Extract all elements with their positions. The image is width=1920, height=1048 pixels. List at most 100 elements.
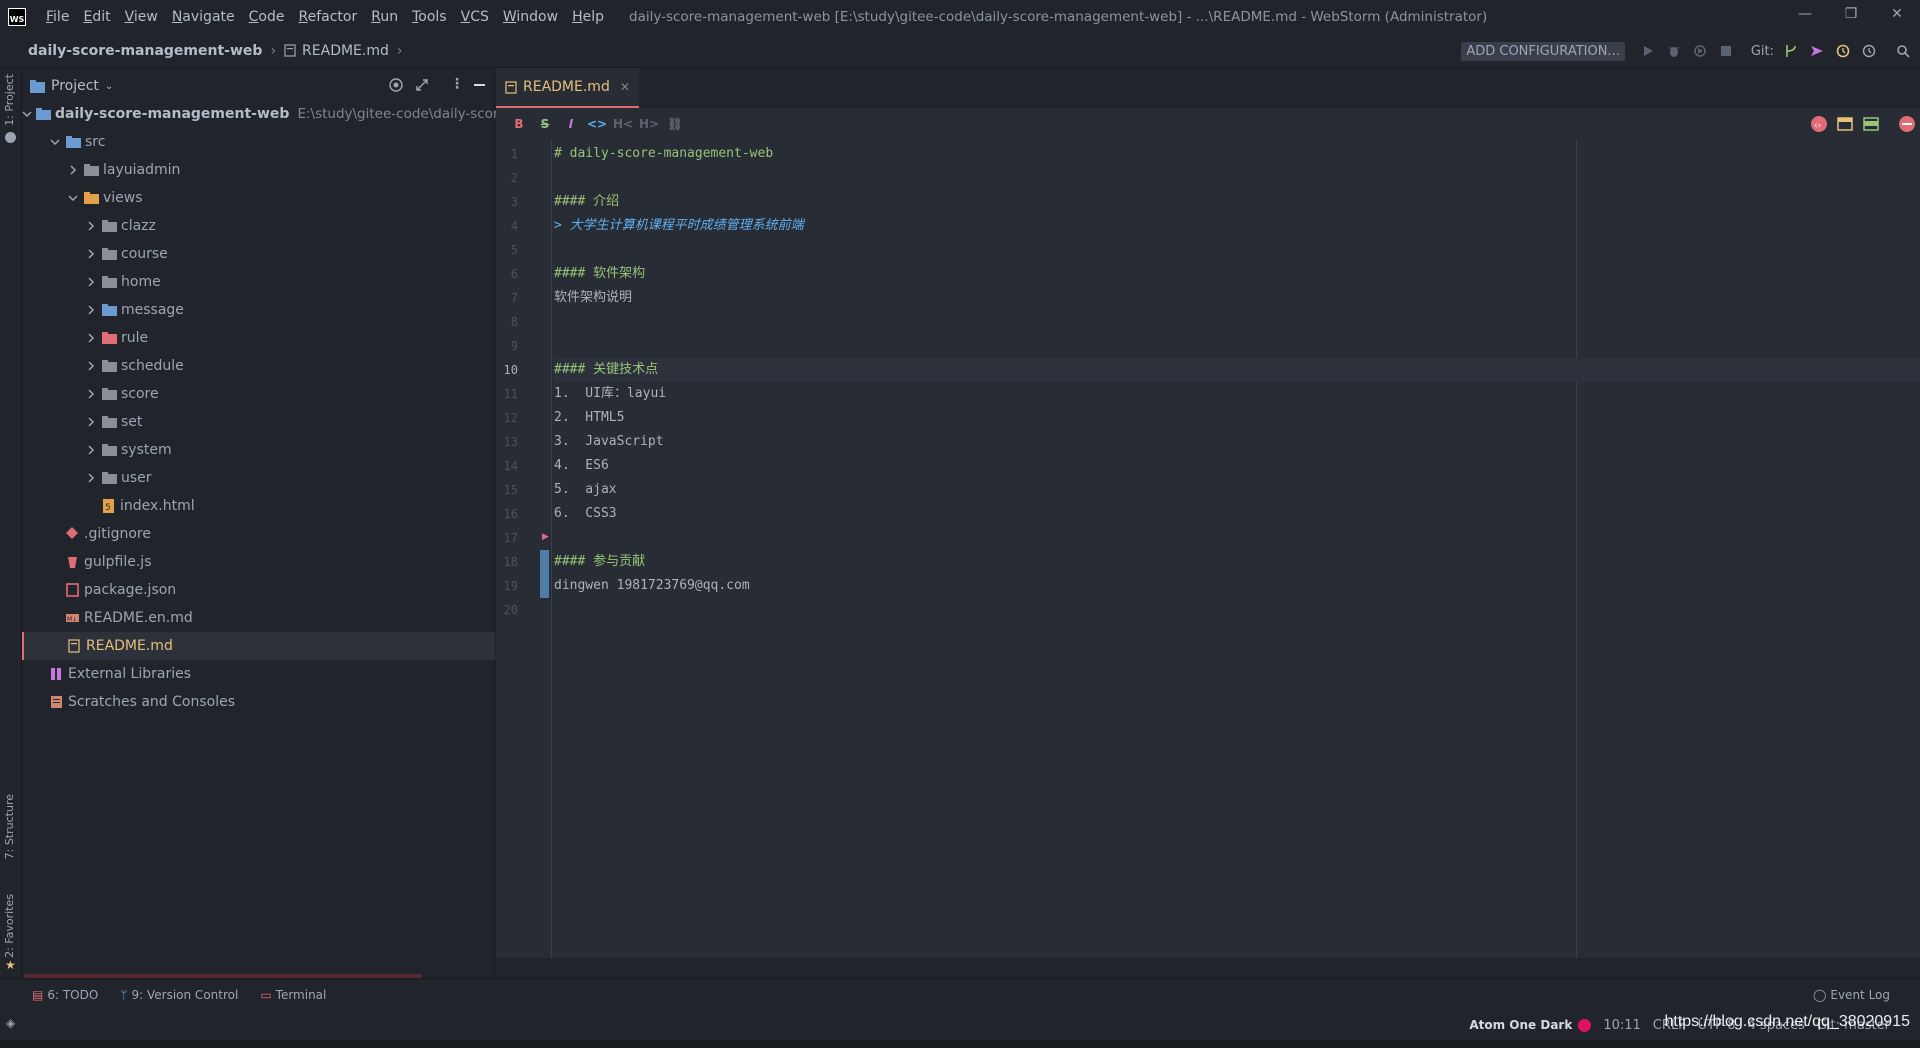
event-log-tool-tab[interactable]: ◯ Event Log (1813, 988, 1890, 1002)
theme-name[interactable]: Atom One Dark (1469, 1018, 1572, 1032)
options-icon[interactable]: ⋮ (450, 76, 464, 92)
split-view-icon[interactable] (1834, 113, 1856, 135)
git-push-icon[interactable] (1806, 40, 1828, 62)
git-branch-icon[interactable] (1780, 40, 1802, 62)
tree-item-layuiadmin[interactable]: layuiadmin (22, 156, 495, 184)
add-configuration-button[interactable]: ADD CONFIGURATION... (1461, 41, 1625, 61)
chevron-right-icon[interactable] (84, 471, 98, 485)
tree-item-gitignore[interactable]: .gitignore (22, 520, 495, 548)
menu-code[interactable]: Code (242, 9, 292, 25)
header-increase-button[interactable]: H> (636, 117, 662, 131)
line-number: 11 (503, 387, 518, 401)
chevron-right-icon[interactable] (84, 247, 98, 261)
chevron-down-icon[interactable] (22, 107, 32, 121)
favorites-tool-tab[interactable]: 2: Favorites (3, 894, 16, 958)
layers-icon[interactable]: ◈ (6, 1016, 15, 1030)
tree-item-user[interactable]: user (22, 464, 495, 492)
stop-icon[interactable] (1715, 40, 1737, 62)
project-view-selector[interactable]: Project ⌄ (30, 78, 113, 94)
chevron-right-icon[interactable] (84, 387, 98, 401)
menu-tools[interactable]: Tools (405, 9, 454, 25)
tree-item-set[interactable]: set (22, 408, 495, 436)
tree-item-schedule[interactable]: schedule (22, 352, 495, 380)
header-decrease-button[interactable]: H< (610, 117, 636, 131)
menu-navigate[interactable]: Navigate (165, 9, 242, 25)
chevron-right-icon[interactable] (84, 443, 98, 457)
menu-vcs[interactable]: VCS (454, 9, 496, 25)
terminal-tool-tab[interactable]: ▭ Terminal (260, 988, 326, 1002)
minimize-icon[interactable]: — (1782, 0, 1828, 28)
restore-icon[interactable]: ❐ (1828, 0, 1874, 28)
collapse-all-icon[interactable] (414, 77, 430, 93)
menu-file[interactable]: File (39, 9, 76, 25)
project-panel: Project ⌄ ⋮ daily-score-management-web E:… (22, 68, 541, 978)
version-control-tool-tab[interactable]: ᛘ 9: Version Control (120, 988, 238, 1002)
taskbar-strip (0, 1040, 1920, 1048)
menu-refactor[interactable]: Refactor (291, 9, 364, 25)
code-button[interactable]: <> (584, 117, 610, 131)
breadcrumb-file[interactable]: README.md (284, 43, 389, 59)
tree-item-src[interactable]: src (22, 128, 495, 156)
chevron-right-icon[interactable] (66, 163, 80, 177)
search-icon[interactable] (1892, 40, 1914, 62)
run-icon[interactable] (1637, 40, 1659, 62)
bold-button[interactable]: B (506, 117, 532, 131)
strikethrough-button[interactable]: S (532, 117, 558, 131)
code-area[interactable]: # daily-score-management-web #### 介绍 > 大学生… (554, 140, 1920, 958)
folder-icon (102, 220, 117, 232)
tree-item-index-html[interactable]: 5 index.html (22, 492, 495, 520)
tree-item-external-libraries[interactable]: External Libraries (22, 660, 495, 688)
chevron-down-icon[interactable] (66, 191, 80, 205)
history-icon[interactable] (1832, 40, 1854, 62)
chevron-right-icon[interactable] (84, 415, 98, 429)
preview-only-icon[interactable] (1860, 113, 1882, 135)
tree-item-readme-en-md[interactable]: M↓ README.en.md (22, 604, 495, 632)
tree-item-package-json[interactable]: package.json (22, 576, 495, 604)
chevron-right-icon[interactable] (84, 219, 98, 233)
chevron-right-icon: › (396, 42, 403, 59)
chevron-right-icon[interactable] (84, 331, 98, 345)
menu-edit[interactable]: Edit (76, 9, 117, 25)
tree-item-readme-md[interactable]: README.md (22, 632, 495, 660)
project-tool-tab[interactable]: 1: Project (3, 74, 16, 126)
debug-icon[interactable] (1663, 40, 1685, 62)
close-tab-icon[interactable]: ✕ (620, 80, 630, 94)
chevron-right-icon[interactable] (84, 359, 98, 373)
link-icon[interactable]: ⛓ (662, 117, 688, 131)
tree-item-scratches-and-consoles[interactable]: Scratches and Consoles (22, 688, 495, 716)
chevron-down-icon[interactable] (48, 135, 62, 149)
vcs-change-marker[interactable] (540, 550, 549, 598)
chevron-right-icon[interactable] (84, 303, 98, 317)
tree-item-score[interactable]: score (22, 380, 495, 408)
line-number: 19 (503, 579, 518, 593)
breadcrumb-project[interactable]: daily-score-management-web (28, 43, 262, 59)
rollback-icon[interactable] (1858, 40, 1880, 62)
preview-settings-icon[interactable] (1896, 113, 1918, 135)
tree-item-clazz[interactable]: clazz (22, 212, 495, 240)
caret-position[interactable]: 10:11 (1603, 1018, 1640, 1033)
menu-help[interactable]: Help (565, 9, 611, 25)
menu-window[interactable]: Window (496, 9, 565, 25)
tree-item-course[interactable]: course (22, 240, 495, 268)
tree-item-home[interactable]: home (22, 268, 495, 296)
commit-icon[interactable] (5, 132, 16, 143)
menu-run[interactable]: Run (364, 9, 405, 25)
editor-only-icon[interactable]: ‹› (1808, 113, 1830, 135)
tree-item-message[interactable]: message (22, 296, 495, 324)
close-icon[interactable]: ✕ (1874, 0, 1920, 28)
coverage-icon[interactable] (1689, 40, 1711, 62)
hide-panel-icon[interactable] (474, 84, 485, 86)
italic-button[interactable]: I (558, 117, 584, 131)
structure-tool-tab[interactable]: 7: Structure (3, 794, 16, 859)
locate-icon[interactable] (388, 77, 404, 93)
tree-item-rule[interactable]: rule (22, 324, 495, 352)
tree-item-views[interactable]: views (22, 184, 495, 212)
tab-readme[interactable]: README.md ✕ (496, 68, 639, 108)
tree-item-gulpfile-js[interactable]: gulpfile.js (22, 548, 495, 576)
tree-item-system[interactable]: system (22, 436, 495, 464)
chevron-right-icon[interactable] (84, 275, 98, 289)
fold-marker-icon[interactable]: ▶ (542, 532, 549, 542)
menu-view[interactable]: View (118, 9, 165, 25)
todo-tool-tab[interactable]: ▤ 6: TODO (32, 988, 98, 1002)
tree-root-project[interactable]: daily-score-management-web E:\study\gitee… (22, 100, 541, 128)
